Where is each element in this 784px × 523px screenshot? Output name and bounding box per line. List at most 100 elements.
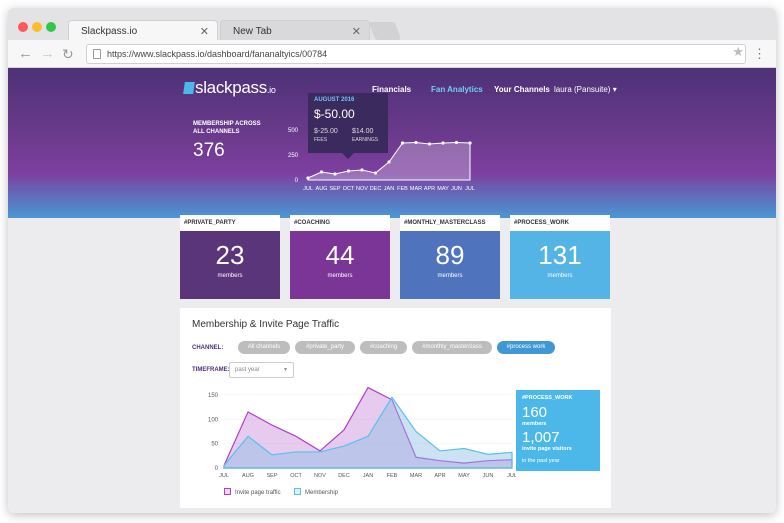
channel-card-coaching[interactable]: #COACHING 44 members [290,215,390,299]
tab-slackpass[interactable]: Slackpass.io ✕ [68,20,218,42]
member-count: 131 [538,240,582,270]
chip-all-channels[interactable]: All channels [238,341,290,354]
bookmark-star-icon[interactable]: ★ [732,44,744,60]
x-tick-label: FEB [397,186,408,192]
data-point[interactable] [319,170,324,174]
x-tick-label: DEC [370,186,382,192]
reload-icon[interactable]: ↻ [62,44,74,64]
bag-icon [183,82,195,94]
channel-tag: #PROCESS_WORK [510,215,610,231]
tooltip-value: $-50.00 [314,107,355,121]
data-point[interactable] [360,168,364,172]
x-tick-label: APR [434,473,445,479]
tooltip-fees: $-25.00 [314,128,338,135]
membership-value: 376 [193,140,225,161]
data-point[interactable] [306,176,310,180]
chip-process-work[interactable]: #process work [497,341,555,354]
minimize-window-icon[interactable] [32,22,42,32]
x-tick-label: JUN [483,473,494,479]
tab-new[interactable]: New Tab ✕ [220,20,370,42]
data-point[interactable] [414,140,418,145]
x-tick-label: MAR [410,473,422,479]
tab-title: Slackpass.io [81,26,138,37]
logo-suffix: .io [266,85,276,95]
channel-label: CHANNEL: [192,345,224,351]
new-tab-button[interactable] [368,22,402,40]
forward-icon[interactable]: → [40,44,55,64]
chip-coaching[interactable]: #coaching [360,341,407,354]
user-menu[interactable]: laura (Pansuite) ▾ [554,85,617,94]
channel-cards: #PRIVATE_PARTY 23 members #COACHING 44 mem… [180,215,610,300]
member-label: members [327,273,353,279]
channel-card-process-work[interactable]: #PROCESS_WORK 131 members [510,215,610,299]
y-tick-label: 0 [215,466,219,472]
data-point[interactable] [400,141,405,145]
browser-menu-icon[interactable]: ⋮ [753,44,766,64]
data-point[interactable] [441,141,445,145]
x-tick-label: JUN [451,186,462,192]
summary-members-label: members [522,421,547,427]
browser-toolbar: ← → ↻ https://www.slackpass.io/dashboard… [8,40,776,68]
back-icon[interactable]: ← [18,44,33,64]
nav-fan-analytics[interactable]: Fan Analytics [431,85,483,94]
membership-label: MEMBERSHIP ACROSS ALL CHANNELS [193,121,261,135]
summary-tag: #PROCESS_WORK [522,395,573,401]
x-tick-label: NOV [356,186,368,192]
checkbox-icon[interactable] [294,488,301,495]
data-point[interactable] [454,140,459,145]
x-tick-label: JAN [363,473,373,479]
channel-card-monthly-masterclass[interactable]: #MONTHLY_MASTERCLASS 89 members [400,215,500,299]
data-point[interactable] [387,160,391,164]
chip-monthly-masterclass[interactable]: #monthly_masterclass [412,341,492,354]
x-tick-label: SEP [329,186,340,192]
browser-window: Slackpass.io ✕ New Tab ✕ ← → ↻ https://w… [8,8,776,513]
x-tick-label: JAN [384,186,394,192]
x-tick-label: OCT [343,186,355,192]
timeframe-value: past year [235,367,260,373]
checkbox-icon[interactable] [224,488,231,495]
x-tick-label: DEC [338,473,350,479]
address-bar[interactable]: https://www.slackpass.io/dashboard/fanan… [86,44,746,64]
legend-label: Membership [305,490,339,496]
tooltip-earnings-label: EARNINGS [352,137,379,143]
page-icon [93,49,101,59]
member-count: 23 [215,240,245,270]
x-tick-label: SEP [266,473,277,479]
summary-members: 160 [522,404,548,421]
member-label: members [547,273,573,279]
data-point[interactable] [346,169,351,173]
y-tick-label: 50 [211,442,218,448]
tab-title: New Tab [233,26,272,37]
x-tick-label: AUG [316,186,328,192]
traffic-chart: 150 100 50 0 JUL AUG SEP OCT NOV DEC JAN FEB MAR APR… [208,386,516,479]
slackpass-logo[interactable]: slackpass.io [183,78,276,98]
x-tick-label: NOV [314,473,326,479]
data-point[interactable] [468,141,472,145]
timeframe-select[interactable]: past year ▼ [229,362,294,378]
nav-your-channels[interactable]: Your Channels [494,85,550,94]
x-tick-label: MAY [458,473,470,479]
member-count: 44 [325,240,355,270]
close-window-icon[interactable] [18,22,28,32]
data-point[interactable] [373,171,378,175]
legend-invite-traffic[interactable]: Invite page traffic [224,488,281,496]
page: slackpass.io Financials Fan Analytics Yo… [8,68,776,513]
y-tick-label: 250 [288,153,299,159]
chip-private-party[interactable]: #private_party [295,341,355,354]
maximize-window-icon[interactable] [46,22,56,32]
timeframe-label: TIMEFRAME: [192,367,230,373]
member-label: members [437,273,463,279]
summary-period: in the past year [522,458,560,464]
data-point[interactable] [333,172,337,176]
summary-visitors-label: invite page visitors [522,446,572,452]
logo-text: slackpass [195,78,267,97]
earnings-tooltip: AUGUST 2016 $-50.00 $-25.00 $14.00 FEES … [308,93,388,159]
channel-card-private-party[interactable]: #PRIVATE_PARTY 23 members [180,215,280,299]
x-tick-label: JUL [507,473,516,479]
x-tick-label: JUL [303,186,313,192]
tooltip-earnings: $14.00 [352,128,374,135]
data-point[interactable] [427,142,432,146]
x-tick-label: FEB [387,473,398,479]
legend-membership[interactable]: Membership [294,488,338,496]
y-tick-label: 100 [208,417,219,423]
